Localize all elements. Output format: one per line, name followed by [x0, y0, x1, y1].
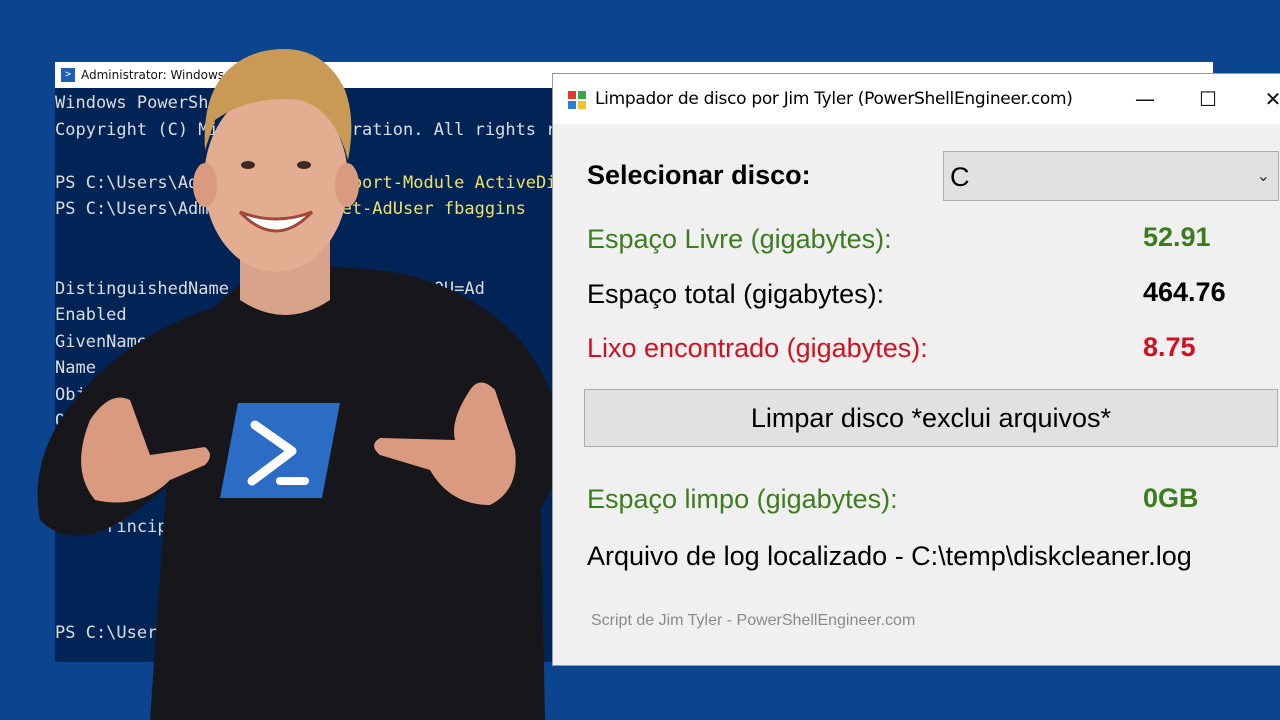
total-space-label: Espaço total (gigabytes): [587, 279, 885, 309]
console-line-text: PS C:\Users\Administrator> [55, 172, 332, 193]
close-button[interactable]: ✕ [1243, 74, 1280, 124]
select-disk-label: Selecionar disco: [587, 160, 811, 190]
console-line-text: ObjectClass [55, 384, 168, 405]
footer-credit: Script de Jim Tyler - PowerShellEngineer… [591, 612, 916, 629]
dialog-titlebar: Limpador de disco por Jim Tyler (PowerSh… [553, 74, 1280, 124]
log-file-text: Arquivo de log localizado - C:\temp\disk… [587, 541, 1192, 571]
chevron-down-icon[interactable]: ⌄ [1257, 166, 1270, 186]
console-line-text: Enabled [55, 305, 127, 325]
total-space-value: 464.76 [1143, 277, 1226, 307]
disk-cleaner-dialog: Limpador de disco por Jim Tyler (PowerSh… [552, 73, 1280, 666]
dialog-title: Limpador de disco por Jim Tyler (PowerSh… [595, 89, 1073, 109]
powershell-logo-icon [220, 403, 340, 498]
junk-found-label: Lixo encontrado (gigabytes): [587, 333, 928, 363]
cleaned-space-label: Espaço limpo (gigabytes): [587, 484, 898, 514]
selected-disk-value: C [950, 162, 970, 192]
console-line-text: Windows PowerShell [55, 93, 240, 113]
console-line-text: Surname [55, 490, 127, 511]
disk-select-dropdown[interactable]: C ⌄ [943, 151, 1279, 201]
cleaned-space-value: 0GB [1143, 483, 1199, 513]
app-icon [568, 91, 586, 109]
console-line-text: Copyright (C) Microsoft Corporation. All… [55, 119, 639, 140]
junk-found-value: 8.75 [1143, 332, 1196, 362]
console-line-text: PS C:\Users\Administrator> [55, 199, 332, 219]
minimize-button[interactable]: — [1115, 74, 1175, 124]
console-line-text: ObjectGUID [55, 411, 158, 431]
console-line-text: SamAccountName [55, 437, 199, 458]
console-line-text: DistinguishedName : CN=Frodo Baggins,OU=… [55, 278, 485, 299]
powershell-icon: > [61, 68, 75, 82]
clean-disk-button[interactable]: Limpar disco *exclui arquivos* [584, 389, 1278, 447]
console-line-text: UserPrincipalName : fbaggins@techthought… [55, 517, 516, 537]
console-command: Get-AdUser fbaggins [331, 199, 526, 219]
console-line-text: Name [55, 358, 96, 378]
console-line-text: SID [55, 464, 86, 484]
free-space-label: Espaço Livre (gigabytes): [587, 224, 892, 254]
console-line-text: PS C:\Users\Administrator> [55, 623, 322, 643]
free-space-value: 52.91 [1143, 222, 1211, 252]
console-line-text: GivenName [55, 331, 148, 352]
maximize-button[interactable]: ☐ [1178, 74, 1238, 124]
powershell-title: Administrator: Windows PowerShell [81, 68, 294, 82]
